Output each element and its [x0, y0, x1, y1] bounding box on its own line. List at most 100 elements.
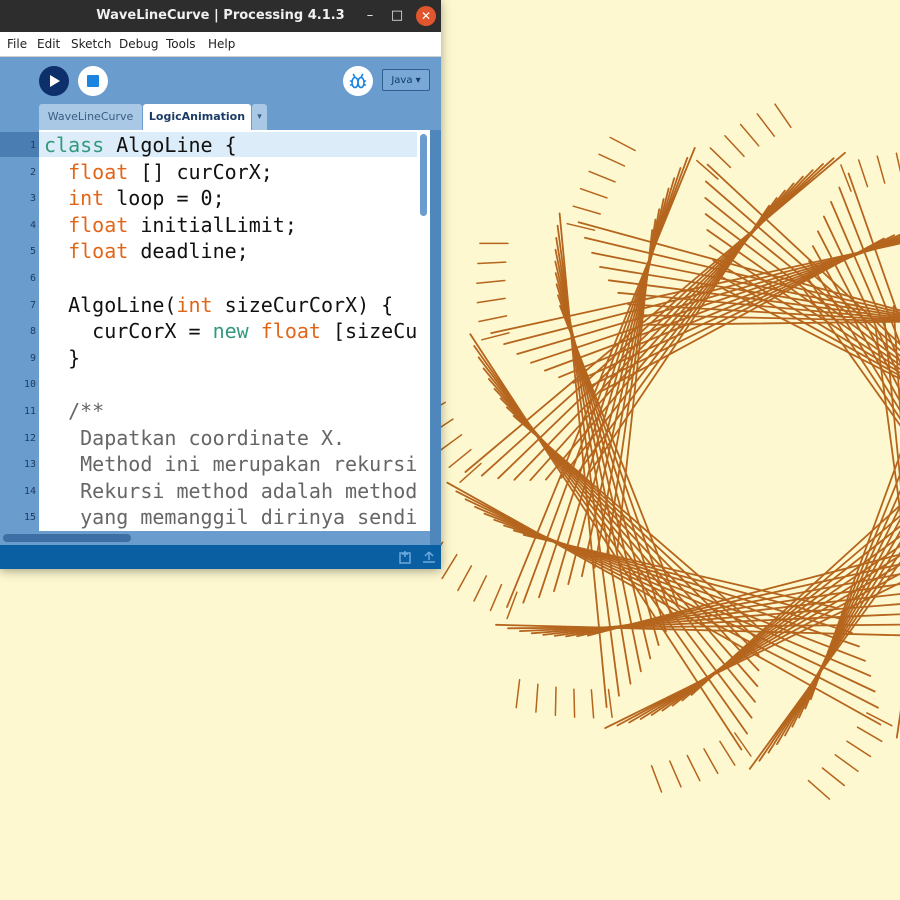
sketch-hatch — [739, 123, 760, 147]
close-icon[interactable]: ✕ — [416, 6, 436, 26]
sketch-hatch — [457, 565, 473, 592]
sketch-hatch — [448, 448, 472, 469]
code-token: initialLimit; — [128, 212, 297, 237]
sketch-hatch — [515, 679, 521, 709]
menu-edit[interactable]: Edit — [37, 32, 60, 56]
code-line: yang memanggil dirinya sendi — [44, 504, 417, 530]
line-number: 8 — [29, 326, 36, 338]
menu-bar: File Edit Sketch Debug Tools Help — [0, 32, 441, 57]
sketch-line — [464, 151, 846, 473]
sketch-hatch — [834, 754, 859, 773]
sketch-hatch — [476, 279, 506, 285]
line-number: 6 — [29, 273, 36, 284]
sketch-hatch — [438, 434, 463, 453]
line-number: 3 — [29, 193, 36, 205]
sketch-line — [705, 180, 900, 352]
code-line: float initialLimit; — [44, 212, 297, 238]
sketch-hatch — [857, 159, 869, 188]
code-editor[interactable]: class AlgoLine { float [] curCorX; int l… — [39, 130, 417, 531]
menu-help[interactable]: Help — [208, 32, 235, 56]
errors-icon[interactable] — [421, 549, 437, 565]
code-token: float — [260, 319, 321, 344]
code-token: yang memanggil dirinya sendi — [44, 505, 417, 530]
minimize-icon[interactable]: – — [360, 6, 380, 26]
code-token: Method ini merupakan rekursi — [44, 452, 417, 477]
sketch-hatch — [459, 462, 482, 483]
maximize-icon[interactable]: □ — [387, 6, 407, 26]
menu-tools[interactable]: Tools — [166, 32, 196, 56]
code-token: deadline; — [128, 239, 249, 264]
tab-menu-button[interactable]: ▾ — [252, 104, 267, 130]
sketch-hatch — [573, 688, 576, 718]
sketch-line — [748, 561, 900, 770]
line-number: 15 — [23, 512, 36, 524]
line-number: 14 — [23, 485, 36, 497]
mode-selector[interactable]: Java ▾ — [382, 69, 430, 91]
code-token: curCorX = — [44, 319, 213, 344]
line-number-gutter: 1 2 3 4 5 6 7 8 9 10 11 12 13 14 15 — [0, 130, 39, 531]
code-line: int loop = 0; — [44, 185, 225, 211]
menu-debug[interactable]: Debug — [119, 32, 158, 56]
code-token: [sizeCu — [320, 319, 417, 344]
stop-icon — [87, 75, 99, 87]
sketch-hatch — [774, 103, 792, 129]
title-bar[interactable]: WaveLineCurve | Processing 4.1.3 – □ ✕ — [0, 0, 441, 32]
code-token: loop = 0; — [104, 186, 225, 211]
sketch-hatch — [696, 159, 719, 180]
line-number: 5 — [29, 246, 36, 258]
line-number: 1 — [29, 140, 36, 151]
vertical-scrollbar[interactable] — [417, 130, 430, 531]
stop-button[interactable] — [78, 66, 108, 96]
line-number: 13 — [23, 459, 36, 471]
horizontal-scrollbar[interactable] — [0, 531, 430, 545]
code-token: } — [44, 345, 81, 370]
code-token: int — [176, 292, 213, 317]
code-token: float — [68, 212, 129, 237]
sketch-hatch — [607, 688, 613, 718]
code-token: float — [68, 159, 129, 184]
code-token: Rekursi method adalah method — [44, 478, 417, 503]
tab-logicanimation[interactable]: LogicAnimation — [143, 104, 251, 130]
sketch-line — [704, 196, 900, 357]
sketch-hatch — [895, 152, 900, 173]
horizontal-scroll-thumb[interactable] — [3, 534, 131, 542]
code-token: Dapatkan coordinate X. — [44, 425, 346, 450]
sketch-hatch — [579, 187, 608, 199]
menu-sketch[interactable]: Sketch — [71, 32, 111, 56]
code-line: /** — [44, 398, 104, 424]
run-button[interactable] — [39, 66, 69, 96]
play-icon — [50, 75, 60, 87]
line-number: 11 — [23, 406, 36, 417]
sketch-hatch — [489, 583, 503, 612]
code-line: Rekursi method adalah method — [44, 478, 417, 504]
sketch-hatch — [478, 315, 508, 323]
sketch-hatch — [703, 748, 719, 775]
sketch-hatch — [554, 686, 557, 717]
console-icon[interactable] — [398, 549, 414, 565]
line-number: 7 — [29, 299, 36, 311]
code-line: AlgoLine(int sizeCurCorX) { — [44, 292, 393, 318]
menu-file[interactable]: File — [7, 32, 27, 56]
sketch-hatch — [572, 205, 601, 215]
status-bar — [0, 545, 441, 569]
code-line: Dapatkan coordinate X. — [44, 425, 345, 451]
sketch-hatch — [807, 779, 831, 800]
code-token: float — [68, 239, 129, 264]
vertical-scroll-thumb[interactable] — [420, 134, 427, 216]
code-token: sizeCurCorX) { — [212, 292, 394, 317]
sketch-hatch — [609, 136, 636, 152]
debug-button[interactable] — [343, 66, 373, 96]
sketch-hatch — [535, 683, 539, 713]
code-line: float deadline; — [44, 238, 249, 264]
tab-wavelinecurve[interactable]: WaveLineCurve — [39, 104, 142, 130]
code-line: curCorX = new float [sizeCu — [44, 318, 417, 344]
code-token: class — [44, 133, 105, 157]
sketch-hatch — [669, 760, 682, 788]
sketch-hatch — [719, 740, 736, 766]
sketch-hatch — [821, 767, 846, 787]
